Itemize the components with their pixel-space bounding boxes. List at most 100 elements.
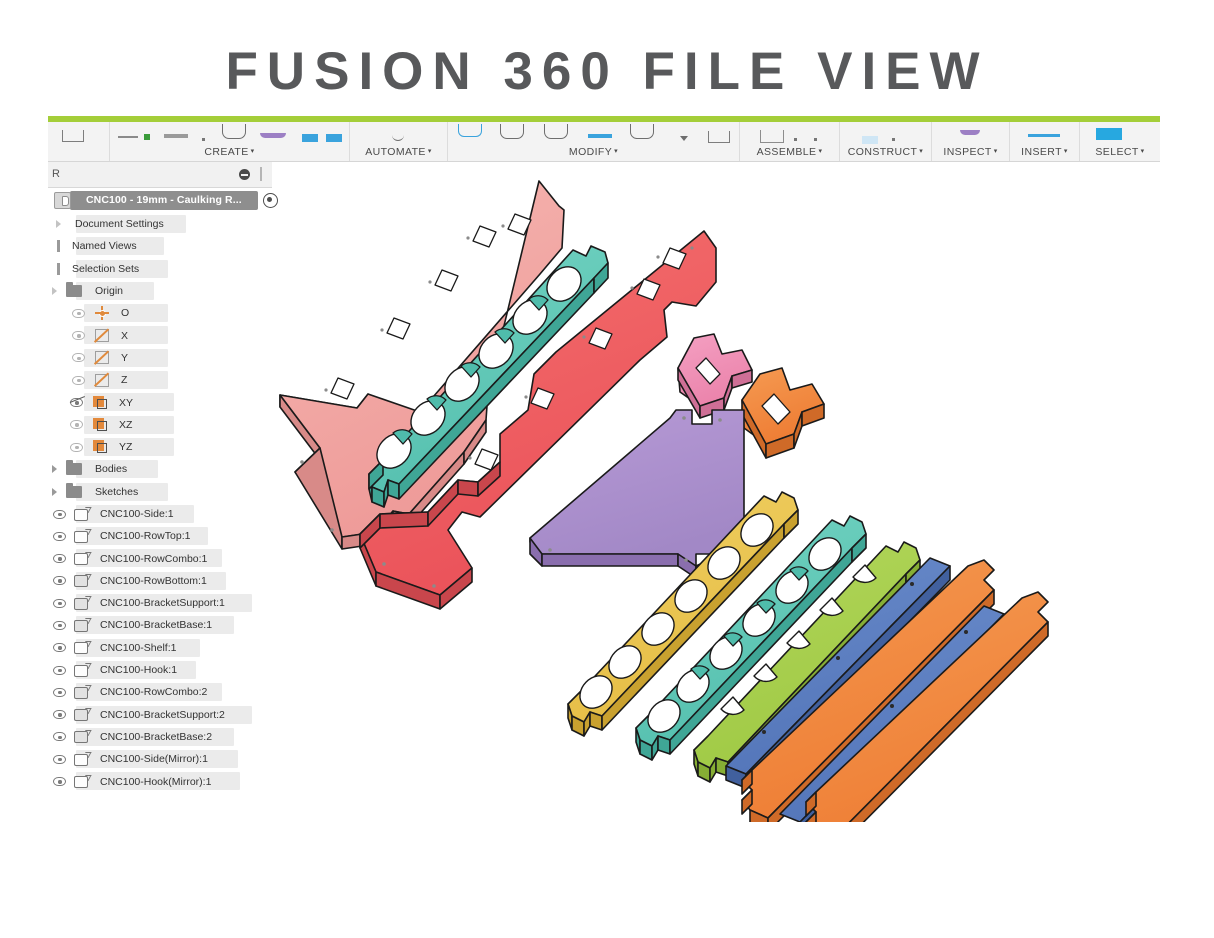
revolve-icon[interactable]: [260, 133, 286, 138]
expand-arrow-icon[interactable]: [56, 220, 61, 229]
toolbar-group-inspect-label[interactable]: INSPECT ▾: [932, 146, 1009, 158]
toolbar-group-select[interactable]: SELECT ▾: [1080, 122, 1160, 161]
3d-viewport-canvas[interactable]: [272, 162, 1160, 822]
automate-icon[interactable]: [392, 133, 404, 141]
activate-component-icon[interactable]: [263, 193, 278, 208]
tree-row-origin-xz[interactable]: XZ: [48, 414, 272, 436]
part-hook-mirror[interactable]: [677, 333, 753, 419]
toolbar-group-create[interactable]: CREATE ▾: [110, 122, 350, 161]
tree-row-component[interactable]: CNC100-BracketBase:1: [48, 614, 272, 636]
tree-row-component[interactable]: CNC100-RowCombo:1: [48, 547, 272, 569]
part-hook[interactable]: [741, 367, 825, 459]
toolbar-group-construct[interactable]: CONSTRUCT ▾: [840, 122, 932, 161]
tree-row-component[interactable]: CNC100-BracketSupport:1: [48, 592, 272, 614]
expand-arrow-icon[interactable]: [52, 487, 57, 496]
tree-row-origin-x[interactable]: X: [48, 324, 272, 346]
tree-row-component[interactable]: CNC100-Side:1: [48, 503, 272, 525]
tree-row-selection-sets[interactable]: Selection Sets: [48, 258, 272, 280]
tree-row-origin-yz[interactable]: YZ: [48, 436, 272, 458]
draft-icon[interactable]: [630, 124, 654, 139]
visibility-eye-icon[interactable]: [53, 754, 66, 764]
toolbar-group-insert[interactable]: INSERT ▾: [1010, 122, 1080, 161]
panel-resize-grip[interactable]: [260, 167, 262, 181]
tree-row-component[interactable]: CNC100-Side(Mirror):1: [48, 748, 272, 770]
shell-icon[interactable]: [588, 134, 612, 138]
tree-row-origin[interactable]: Origin: [48, 280, 272, 302]
tree-row-component[interactable]: CNC100-RowTop:1: [48, 525, 272, 547]
extrude-icon[interactable]: [222, 124, 246, 139]
visibility-eye-icon[interactable]: [53, 665, 66, 675]
visibility-eye-icon[interactable]: [53, 554, 66, 564]
toolbar-group-select-label[interactable]: SELECT ▾: [1080, 146, 1160, 158]
measure-icon[interactable]: [960, 130, 980, 135]
rigid-group-icon[interactable]: [814, 138, 817, 141]
visibility-eye-icon[interactable]: [53, 710, 66, 720]
select-cursor-icon[interactable]: [1096, 128, 1122, 140]
tree-row-document-settings[interactable]: Document Settings: [48, 213, 272, 235]
visibility-eye-icon[interactable]: [70, 420, 83, 430]
toolbar-group-construct-label[interactable]: CONSTRUCT ▾: [840, 146, 931, 158]
expand-arrow-icon[interactable]: [52, 465, 57, 474]
combine-icon[interactable]: [708, 131, 730, 143]
tree-row-component[interactable]: CNC100-BracketBase:2: [48, 726, 272, 748]
tree-row-origin-point[interactable]: O: [48, 302, 272, 324]
tree-row-component[interactable]: CNC100-Shelf:1: [48, 637, 272, 659]
visibility-eye-icon[interactable]: [53, 643, 66, 653]
new-component-icon[interactable]: [144, 134, 150, 140]
toolbar-group-inspect[interactable]: INSPECT ▾: [932, 122, 1010, 161]
tree-row-component[interactable]: CNC100-RowBottom:1: [48, 570, 272, 592]
axis-construct-icon[interactable]: [892, 138, 895, 141]
visibility-eye-off-icon[interactable]: [70, 398, 83, 408]
browser-header: R: [48, 162, 272, 188]
visibility-eye-icon[interactable]: [53, 620, 66, 630]
tree-row-origin-xy[interactable]: XY: [48, 391, 272, 413]
visibility-eye-icon[interactable]: [53, 509, 66, 519]
visibility-eye-icon[interactable]: [53, 777, 66, 787]
tree-row-origin-z[interactable]: Z: [48, 369, 272, 391]
toolbar-group-modify-label[interactable]: MODIFY ▾: [448, 146, 739, 158]
tree-row-component[interactable]: CNC100-Hook:1: [48, 659, 272, 681]
box-icon[interactable]: [164, 134, 188, 138]
visibility-eye-icon[interactable]: [53, 598, 66, 608]
visibility-eye-icon[interactable]: [72, 375, 85, 385]
toolbar-group-automate-label[interactable]: AUTOMATE ▾: [350, 146, 447, 158]
expand-arrow-icon[interactable]: [52, 287, 57, 296]
offset-plane-icon[interactable]: [862, 136, 878, 144]
toolbar-group-insert-label[interactable]: INSERT ▾: [1010, 146, 1079, 158]
tree-row-component[interactable]: CNC100-BracketSupport:2: [48, 704, 272, 726]
insert-mcmaster-icon[interactable]: [1028, 134, 1060, 137]
toolbar-group-modify[interactable]: MODIFY ▾: [448, 122, 740, 161]
scale-icon[interactable]: [680, 136, 688, 141]
tree-item-label: CNC100-BracketBase:1: [100, 619, 213, 632]
tree-row-named-views[interactable]: Named Views: [48, 235, 272, 257]
tree-row-sketches[interactable]: Sketches: [48, 481, 272, 503]
toolbar-group-automate[interactable]: AUTOMATE ▾: [350, 122, 448, 161]
visibility-eye-icon[interactable]: [53, 531, 66, 541]
loft-icon[interactable]: [326, 134, 342, 142]
collapse-icon[interactable]: [239, 169, 250, 180]
as-built-joint-icon[interactable]: [794, 138, 797, 141]
tree-row-component[interactable]: CNC100-Hook(Mirror):1: [48, 770, 272, 792]
visibility-eye-icon[interactable]: [70, 442, 83, 452]
fillet-icon[interactable]: [500, 124, 524, 139]
toolbar-group-assemble[interactable]: ASSEMBLE ▾: [740, 122, 840, 161]
chamfer-icon[interactable]: [544, 124, 568, 139]
tree-row-origin-y[interactable]: Y: [48, 347, 272, 369]
visibility-eye-icon[interactable]: [72, 308, 85, 318]
toolbar-group-create-label[interactable]: CREATE ▾: [110, 146, 349, 158]
sphere-icon[interactable]: [202, 138, 205, 141]
visibility-eye-icon[interactable]: [53, 576, 66, 586]
joint-icon[interactable]: [760, 130, 784, 143]
toolbar-group-assemble-label[interactable]: ASSEMBLE ▾: [740, 146, 839, 158]
sweep-icon[interactable]: [302, 134, 318, 142]
tree-row-component[interactable]: CNC100-RowCombo:2: [48, 681, 272, 703]
panel-icon: [62, 130, 84, 142]
visibility-eye-icon[interactable]: [53, 732, 66, 742]
press-pull-icon[interactable]: [458, 124, 482, 137]
visibility-eye-icon[interactable]: [72, 331, 85, 341]
visibility-eye-icon[interactable]: [53, 687, 66, 697]
tree-row-bodies[interactable]: Bodies: [48, 458, 272, 480]
tree-row-document[interactable]: CNC100 - 19mm - Caulking R...: [48, 189, 278, 213]
line-icon[interactable]: [118, 136, 138, 138]
toolbar-group-leftmost[interactable]: [48, 122, 110, 161]
